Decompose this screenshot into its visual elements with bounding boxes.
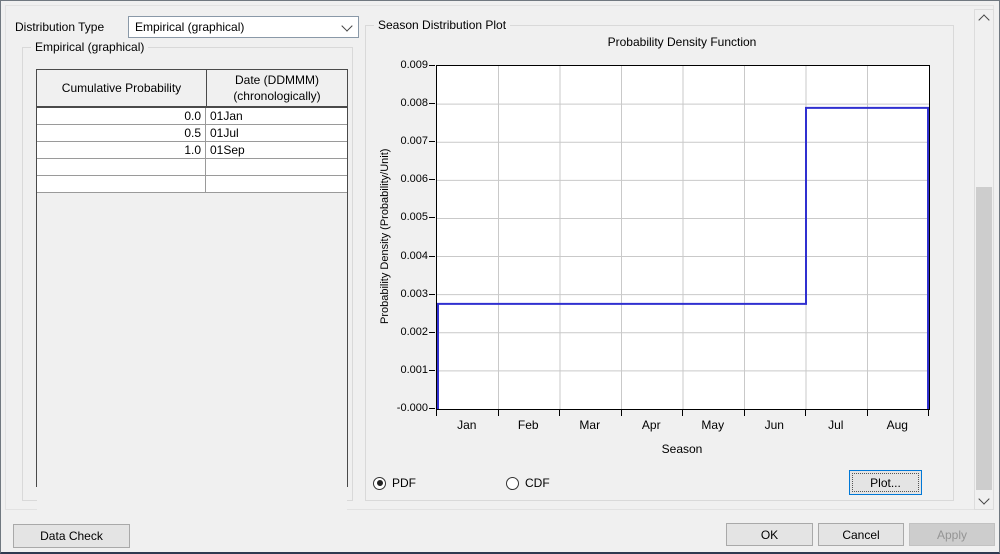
distribution-type-value: Empirical (graphical) [135, 20, 245, 34]
ok-button[interactable]: OK [726, 523, 813, 546]
plot-button[interactable]: Plot... [849, 470, 922, 495]
scrollbar-up-arrow-icon[interactable] [975, 10, 993, 27]
chevron-down-icon [336, 19, 358, 32]
column-header-cumulative-probability[interactable]: Cumulative Probability [37, 70, 207, 106]
cdf-radio[interactable]: CDF [506, 476, 550, 490]
x-axis-title: Season [661, 442, 703, 456]
y-axis-title: Probability Density (Probability/Unit) [379, 148, 391, 325]
cell-probability[interactable]: 0.5 [37, 125, 206, 141]
distribution-type-label: Distribution Type [15, 20, 105, 34]
scrollbar-thumb[interactable] [976, 187, 992, 490]
plot-area [436, 65, 930, 410]
scrollbar-down-arrow-icon[interactable] [975, 492, 993, 509]
table-header-row: Cumulative Probability Date (DDMMM) (chr… [37, 70, 347, 108]
pdf-step-plot [437, 66, 929, 409]
chart-title: Probability Density Function [607, 35, 757, 49]
table-empty-area [37, 193, 347, 521]
cell-probability[interactable]: 1.0 [37, 142, 206, 158]
pdf-radio-label: PDF [392, 476, 416, 490]
cell-date[interactable]: 01Sep [206, 142, 347, 158]
vertical-scrollbar[interactable] [974, 9, 994, 510]
season-distribution-dialog: Distribution Type Empirical (graphical) … [0, 0, 1000, 554]
cell-date[interactable]: 01Jan [206, 108, 347, 124]
cell-date[interactable] [206, 159, 347, 175]
cell-probability[interactable] [37, 159, 206, 175]
cell-date[interactable]: 01Jul [206, 125, 347, 141]
table-row[interactable]: 0.0 01Jan [37, 108, 347, 125]
column-header-date[interactable]: Date (DDMMM) (chronologically) [207, 70, 347, 106]
table-row[interactable] [37, 159, 347, 176]
table-row[interactable]: 0.5 01Jul [37, 125, 347, 142]
data-check-button[interactable]: Data Check [13, 524, 130, 548]
distribution-type-select[interactable]: Empirical (graphical) [128, 16, 359, 38]
cdf-radio-label: CDF [525, 476, 550, 490]
empirical-groupbox-title: Empirical (graphical) [31, 40, 149, 54]
table-row[interactable] [37, 176, 347, 193]
cancel-button[interactable]: Cancel [818, 523, 904, 546]
pdf-radio[interactable]: PDF [373, 476, 416, 490]
cell-probability[interactable]: 0.0 [37, 108, 206, 124]
cell-probability[interactable] [37, 176, 206, 192]
cdf-radio-circle[interactable] [506, 476, 519, 490]
cell-date[interactable] [206, 176, 347, 192]
pdf-radio-circle[interactable] [373, 476, 386, 490]
apply-button[interactable]: Apply [909, 523, 995, 546]
table-row[interactable]: 1.0 01Sep [37, 142, 347, 159]
season-distribution-groupbox-title: Season Distribution Plot [374, 18, 511, 32]
empirical-table: Cumulative Probability Date (DDMMM) (chr… [36, 69, 348, 521]
